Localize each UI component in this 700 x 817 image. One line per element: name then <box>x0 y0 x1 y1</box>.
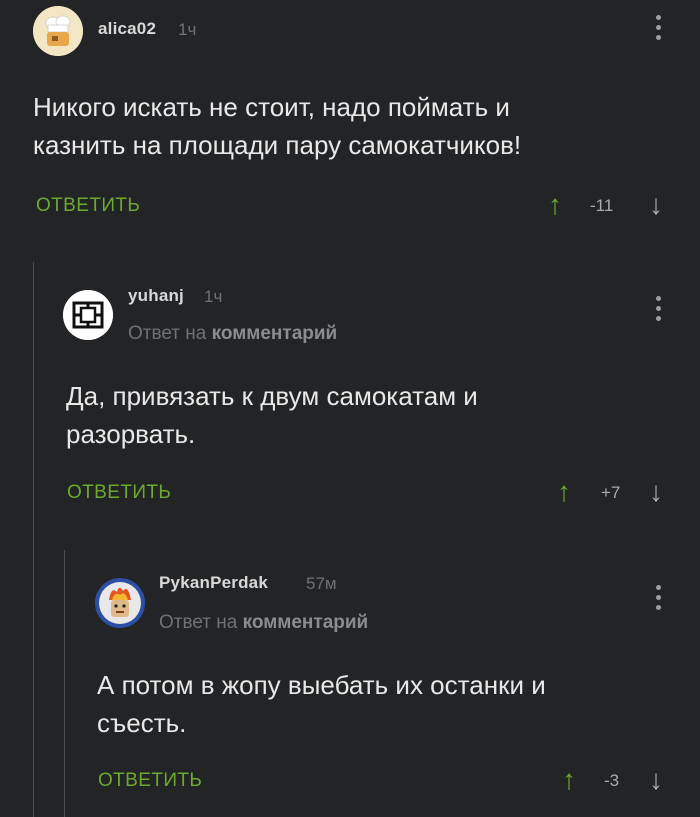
reply-to-link[interactable]: комментарий <box>243 612 369 633</box>
avatar[interactable] <box>95 578 145 628</box>
timestamp: 57м <box>306 574 337 593</box>
reply-to-prefix: Ответ на <box>159 612 238 633</box>
upvote-arrow-icon[interactable]: ↑ <box>562 766 576 794</box>
rating-value: -3 <box>604 771 620 790</box>
comment-pykanperdak: PykanPerdak 57м Ответ на комментарий А п… <box>0 0 700 817</box>
comment-text-line: съесть. <box>97 708 187 738</box>
comment-text: А потом в жопу выебать их останки и съес… <box>97 666 546 742</box>
downvote-arrow-icon[interactable]: ↓ <box>649 766 663 794</box>
more-options-icon[interactable] <box>656 585 662 615</box>
reply-to-info: Ответ на комментарий <box>159 612 368 634</box>
burning-face-icon <box>95 578 145 628</box>
username[interactable]: PykanPerdak <box>159 573 268 593</box>
comment-text-line: А потом в жопу выебать их останки и <box>97 670 546 700</box>
reply-button[interactable]: ОТВЕТИТЬ <box>98 770 202 792</box>
